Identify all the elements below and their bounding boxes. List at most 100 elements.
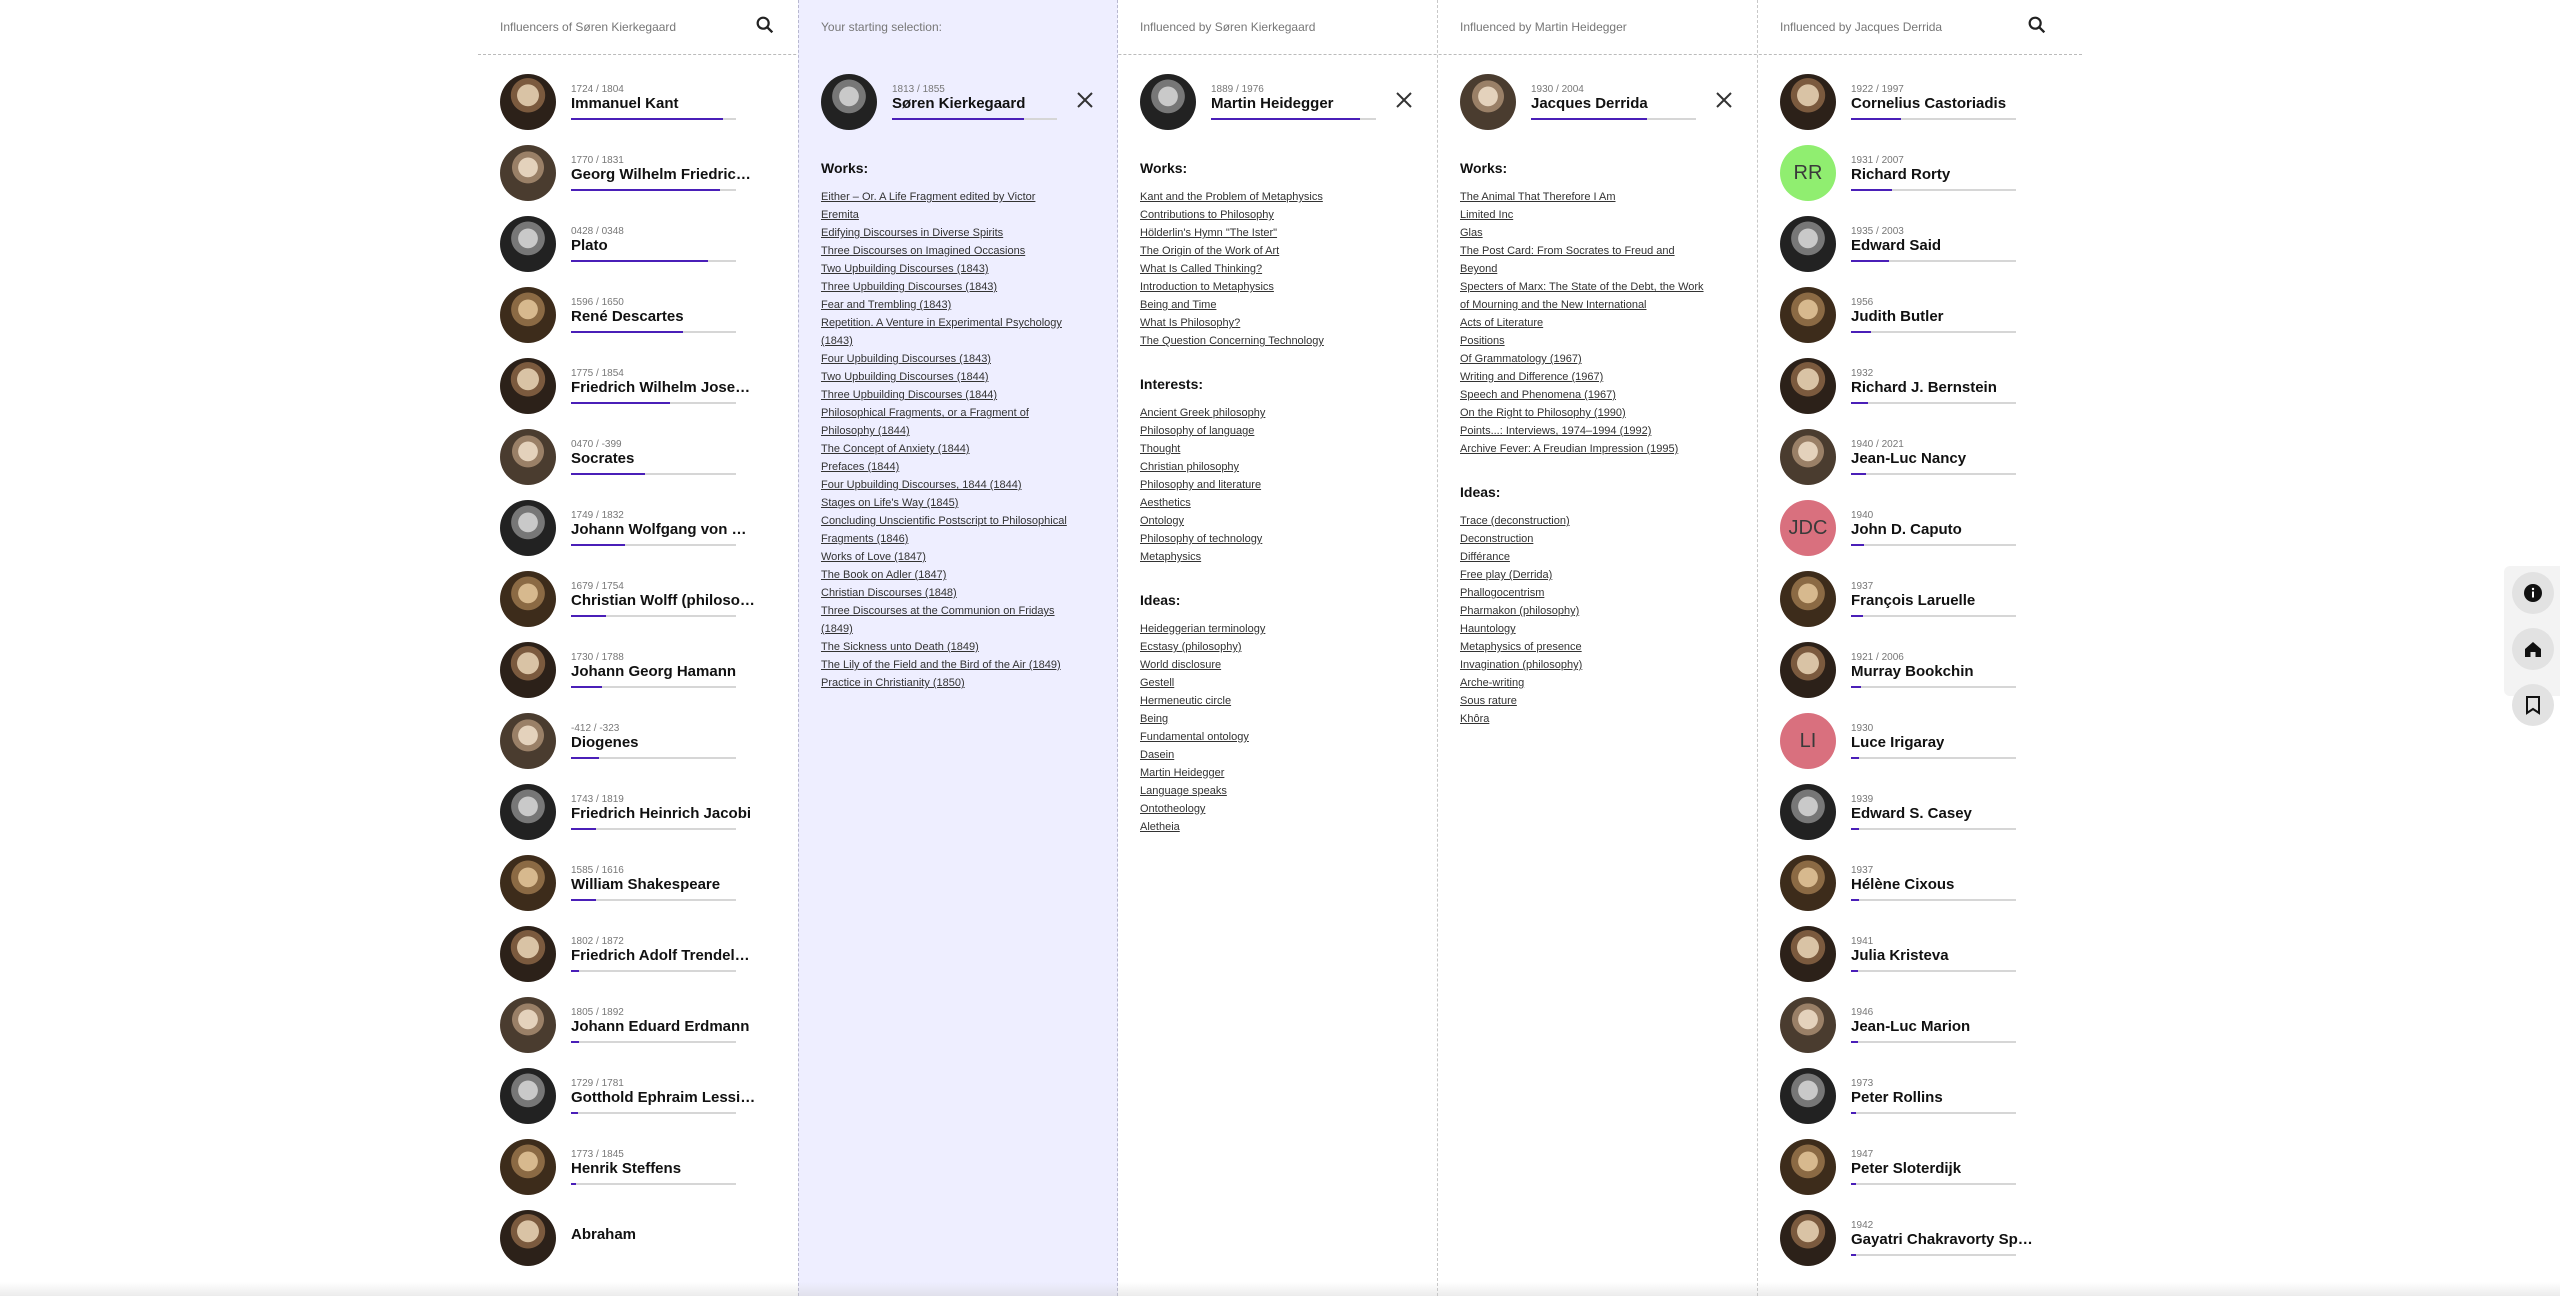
person-item[interactable]: 1937 François Laruelle: [1780, 571, 2080, 642]
link-item[interactable]: Heideggerian terminology: [1140, 620, 1390, 638]
link-item[interactable]: Prefaces (1844): [821, 458, 1071, 476]
link-item[interactable]: Three Upbuilding Discourses (1844): [821, 386, 1071, 404]
link-item[interactable]: What Is Called Thinking?: [1140, 260, 1390, 278]
link-item[interactable]: Philosophy and literature: [1140, 476, 1390, 494]
link-item[interactable]: Points...: Interviews, 1974–1994 (1992): [1460, 422, 1710, 440]
person-item[interactable]: 1730 / 1788 Johann Georg Hamann: [500, 642, 800, 713]
person-item[interactable]: 1749 / 1832Johann Wolfgang von Goethe: [500, 500, 800, 571]
link-item[interactable]: Free play (Derrida): [1460, 566, 1710, 584]
search-icon[interactable]: [2026, 14, 2050, 38]
person-item[interactable]: 1940 / 2021 Jean-Luc Nancy: [1780, 429, 2080, 500]
selected-person[interactable]: 1813 / 1855 Søren Kierkegaard: [821, 74, 1101, 130]
bookmark-icon[interactable]: [2512, 684, 2554, 726]
link-item[interactable]: Dasein: [1140, 746, 1390, 764]
link-item[interactable]: Invagination (philosophy): [1460, 656, 1710, 674]
link-item[interactable]: Kant and the Problem of Metaphysics: [1140, 188, 1390, 206]
selected-person[interactable]: 1889 / 1976 Martin Heidegger: [1140, 74, 1420, 130]
link-item[interactable]: Trace (deconstruction): [1460, 512, 1710, 530]
person-item[interactable]: 1922 / 1997 Cornelius Castoriadis: [1780, 74, 2080, 145]
link-item[interactable]: Ontology: [1140, 512, 1390, 530]
person-item[interactable]: 0470 / -399 Socrates: [500, 429, 800, 500]
person-item[interactable]: 1942 Gayatri Chakravorty Spivak: [1780, 1210, 2080, 1281]
person-item[interactable]: 1973 Peter Rollins: [1780, 1068, 2080, 1139]
selected-person[interactable]: 1930 / 2004 Jacques Derrida: [1460, 74, 1740, 130]
link-item[interactable]: The Question Concerning Technology: [1140, 332, 1390, 350]
link-item[interactable]: Limited Inc: [1460, 206, 1710, 224]
link-item[interactable]: Hölderlin's Hymn "The Ister": [1140, 224, 1390, 242]
link-item[interactable]: Fundamental ontology: [1140, 728, 1390, 746]
link-item[interactable]: Four Upbuilding Discourses (1843): [821, 350, 1071, 368]
link-item[interactable]: Four Upbuilding Discourses, 1844 (1844): [821, 476, 1071, 494]
person-item[interactable]: 1939 Edward S. Casey: [1780, 784, 2080, 855]
link-item[interactable]: On the Right to Philosophy (1990): [1460, 404, 1710, 422]
link-item[interactable]: Contributions to Philosophy: [1140, 206, 1390, 224]
link-item[interactable]: World disclosure: [1140, 656, 1390, 674]
link-item[interactable]: Metaphysics: [1140, 548, 1390, 566]
person-item[interactable]: 1956 Judith Butler: [1780, 287, 2080, 358]
link-item[interactable]: Thought: [1140, 440, 1390, 458]
link-item[interactable]: Archive Fever: A Freudian Impression (19…: [1460, 440, 1710, 458]
person-item[interactable]: 0428 / 0348 Plato: [500, 216, 800, 287]
link-item[interactable]: Ontotheology: [1140, 800, 1390, 818]
link-item[interactable]: Practice in Christianity (1850): [821, 674, 1071, 692]
link-item[interactable]: Three Discourses on Imagined Occasions: [821, 242, 1071, 260]
link-item[interactable]: Either – Or. A Life Fragment edited by V…: [821, 188, 1071, 224]
link-item[interactable]: Being and Time: [1140, 296, 1390, 314]
person-item[interactable]: JDC 1940 John D. Caputo: [1780, 500, 2080, 571]
link-item[interactable]: Of Grammatology (1967): [1460, 350, 1710, 368]
link-item[interactable]: Pharmakon (philosophy): [1460, 602, 1710, 620]
person-item[interactable]: 1729 / 1781 Gotthold Ephraim Lessing: [500, 1068, 800, 1139]
link-item[interactable]: Phallogocentrism: [1460, 584, 1710, 602]
link-item[interactable]: The Book on Adler (1847): [821, 566, 1071, 584]
link-item[interactable]: Ecstasy (philosophy): [1140, 638, 1390, 656]
person-item[interactable]: 1679 / 1754Christian Wolff (philosopher): [500, 571, 800, 642]
link-item[interactable]: Hauntology: [1460, 620, 1710, 638]
link-item[interactable]: Fear and Trembling (1843): [821, 296, 1071, 314]
person-item[interactable]: 1802 / 1872Friedrich Adolf Trendelenburg: [500, 926, 800, 997]
close-icon[interactable]: [1075, 90, 1095, 110]
link-item[interactable]: Hermeneutic circle: [1140, 692, 1390, 710]
person-item[interactable]: 1773 / 1845 Henrik Steffens: [500, 1139, 800, 1210]
link-item[interactable]: Stages on Life's Way (1845): [821, 494, 1071, 512]
link-item[interactable]: Three Discourses at the Communion on Fri…: [821, 602, 1071, 638]
link-item[interactable]: The Post Card: From Socrates to Freud an…: [1460, 242, 1710, 278]
person-item[interactable]: 1921 / 2006 Murray Bookchin: [1780, 642, 2080, 713]
person-item[interactable]: 1946 Jean-Luc Marion: [1780, 997, 2080, 1068]
person-item[interactable]: 1947 Peter Sloterdijk: [1780, 1139, 2080, 1210]
link-item[interactable]: Being: [1140, 710, 1390, 728]
person-item[interactable]: 1805 / 1892 Johann Eduard Erdmann: [500, 997, 800, 1068]
link-item[interactable]: Repetition. A Venture in Experimental Ps…: [821, 314, 1071, 350]
person-item[interactable]: LI 1930 Luce Irigaray: [1780, 713, 2080, 784]
link-item[interactable]: Language speaks: [1140, 782, 1390, 800]
person-item[interactable]: RR 1931 / 2007 Richard Rorty: [1780, 145, 2080, 216]
link-item[interactable]: Positions: [1460, 332, 1710, 350]
person-item[interactable]: -412 / -323 Diogenes: [500, 713, 800, 784]
link-item[interactable]: The Origin of the Work of Art: [1140, 242, 1390, 260]
link-item[interactable]: Khôra: [1460, 710, 1710, 728]
link-item[interactable]: Martin Heidegger: [1140, 764, 1390, 782]
link-item[interactable]: Différance: [1460, 548, 1710, 566]
person-item[interactable]: Abraham: [500, 1210, 800, 1281]
link-item[interactable]: Gestell: [1140, 674, 1390, 692]
link-item[interactable]: The Sickness unto Death (1849): [821, 638, 1071, 656]
link-item[interactable]: Three Upbuilding Discourses (1843): [821, 278, 1071, 296]
link-item[interactable]: Edifying Discourses in Diverse Spirits: [821, 224, 1071, 242]
link-item[interactable]: Philosophical Fragments, or a Fragment o…: [821, 404, 1071, 440]
person-item[interactable]: 1724 / 1804 Immanuel Kant: [500, 74, 800, 145]
link-item[interactable]: Specters of Marx: The State of the Debt,…: [1460, 278, 1710, 314]
link-item[interactable]: Speech and Phenomena (1967): [1460, 386, 1710, 404]
link-item[interactable]: Glas: [1460, 224, 1710, 242]
link-item[interactable]: The Concept of Anxiety (1844): [821, 440, 1071, 458]
info-icon[interactable]: [2512, 572, 2554, 614]
link-item[interactable]: Ancient Greek philosophy: [1140, 404, 1390, 422]
link-item[interactable]: The Animal That Therefore I Am: [1460, 188, 1710, 206]
link-item[interactable]: Two Upbuilding Discourses (1843): [821, 260, 1071, 278]
link-item[interactable]: Christian philosophy: [1140, 458, 1390, 476]
person-item[interactable]: 1770 / 1831Georg Wilhelm Friedrich Hegel: [500, 145, 800, 216]
person-item[interactable]: 1935 / 2003 Edward Said: [1780, 216, 2080, 287]
link-item[interactable]: The Lily of the Field and the Bird of th…: [821, 656, 1071, 674]
person-item[interactable]: 1585 / 1616 William Shakespeare: [500, 855, 800, 926]
link-item[interactable]: Two Upbuilding Discourses (1844): [821, 368, 1071, 386]
link-item[interactable]: Aesthetics: [1140, 494, 1390, 512]
person-item[interactable]: 1941 Julia Kristeva: [1780, 926, 2080, 997]
